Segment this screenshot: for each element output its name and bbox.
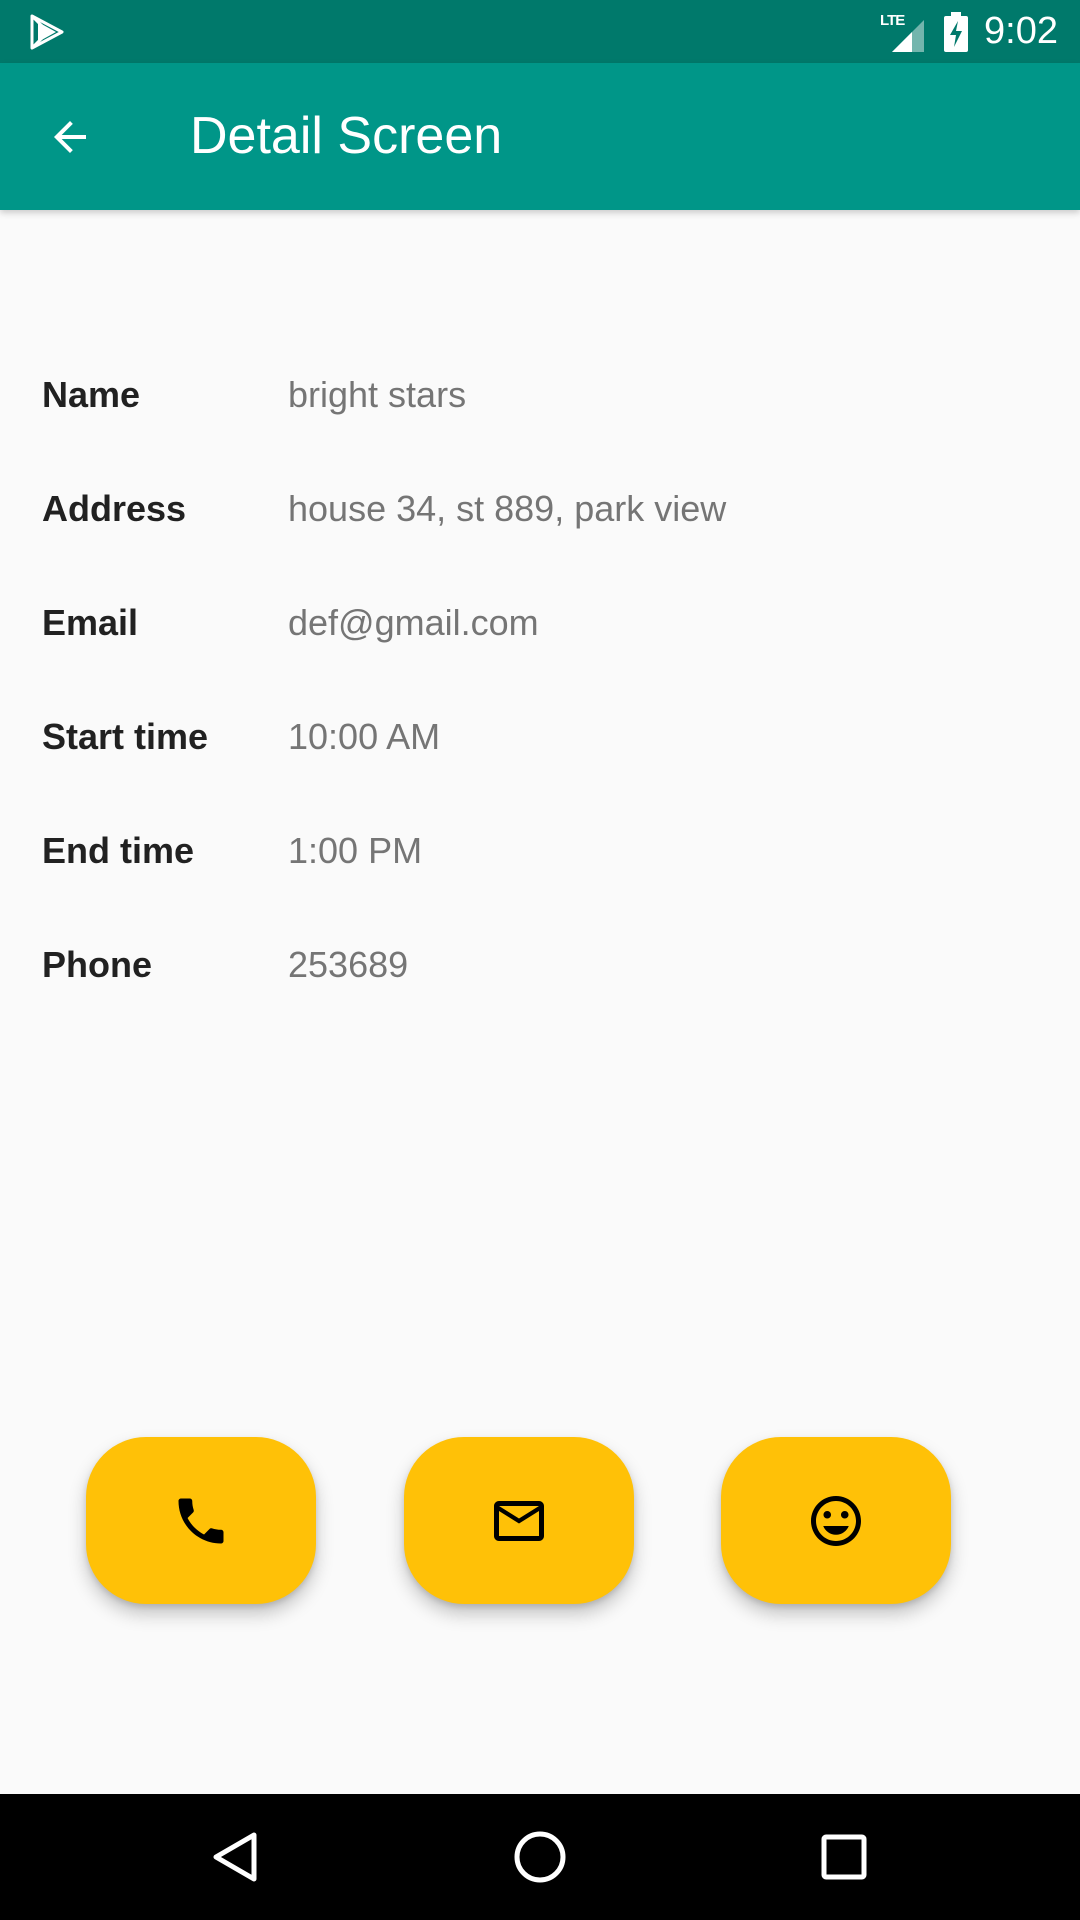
status-icons: LTE 9:02: [880, 0, 1058, 63]
detail-label: Start time: [42, 716, 209, 757]
smiley-button[interactable]: [721, 1437, 951, 1604]
navigation-bar: [0, 1794, 1080, 1920]
detail-list: Name bright stars Address house 34, st 8…: [0, 352, 1080, 1036]
detail-label: Name: [42, 374, 141, 415]
detail-value: 10:00 AM: [288, 716, 441, 757]
home-circle-icon: [514, 1831, 566, 1883]
back-triangle-icon: [213, 1832, 257, 1882]
nav-recents-button[interactable]: [804, 1817, 884, 1897]
detail-screen: LTE 9:02 Detail Screen Name bright stars…: [0, 0, 1080, 1920]
play-store-icon: [30, 14, 64, 50]
smiley-icon: [811, 1495, 861, 1546]
detail-row-address: Address house 34, st 889, park view: [0, 466, 1080, 580]
status-bar: LTE 9:02: [0, 0, 1080, 63]
detail-value: bright stars: [288, 374, 467, 415]
page-title: Detail Screen: [190, 107, 503, 165]
detail-label: Email: [42, 602, 139, 643]
detail-value: 1:00 PM: [288, 830, 423, 871]
detail-value: 253689: [288, 944, 409, 985]
arrow-back-icon: [54, 121, 86, 153]
back-button[interactable]: [30, 97, 110, 177]
detail-label: End time: [42, 830, 195, 871]
app-bar: Detail Screen: [0, 63, 1080, 210]
detail-row-phone: Phone 253689: [0, 922, 1080, 1036]
detail-label: Address: [42, 488, 187, 529]
clock: 9:02: [984, 10, 1058, 52]
email-button[interactable]: [404, 1437, 634, 1604]
nav-back-button[interactable]: [196, 1817, 276, 1897]
battery-charging-icon: [944, 11, 969, 52]
detail-row-name: Name bright stars: [0, 352, 1080, 466]
mail-icon: [494, 1500, 544, 1541]
detail-row-start-time: Start time 10:00 AM: [0, 694, 1080, 808]
detail-row-end-time: End time 1:00 PM: [0, 808, 1080, 922]
call-button[interactable]: [86, 1437, 316, 1604]
lte-signal-icon: LTE: [880, 12, 928, 52]
nav-home-button[interactable]: [500, 1817, 580, 1897]
recents-square-icon: [821, 1834, 867, 1880]
detail-value: house 34, st 889, park view: [288, 488, 727, 529]
detail-value: def@gmail.com: [288, 602, 539, 643]
phone-icon: [178, 1498, 224, 1543]
detail-row-email: Email def@gmail.com: [0, 580, 1080, 694]
detail-label: Phone: [42, 944, 153, 985]
action-buttons: [0, 1437, 1080, 1604]
